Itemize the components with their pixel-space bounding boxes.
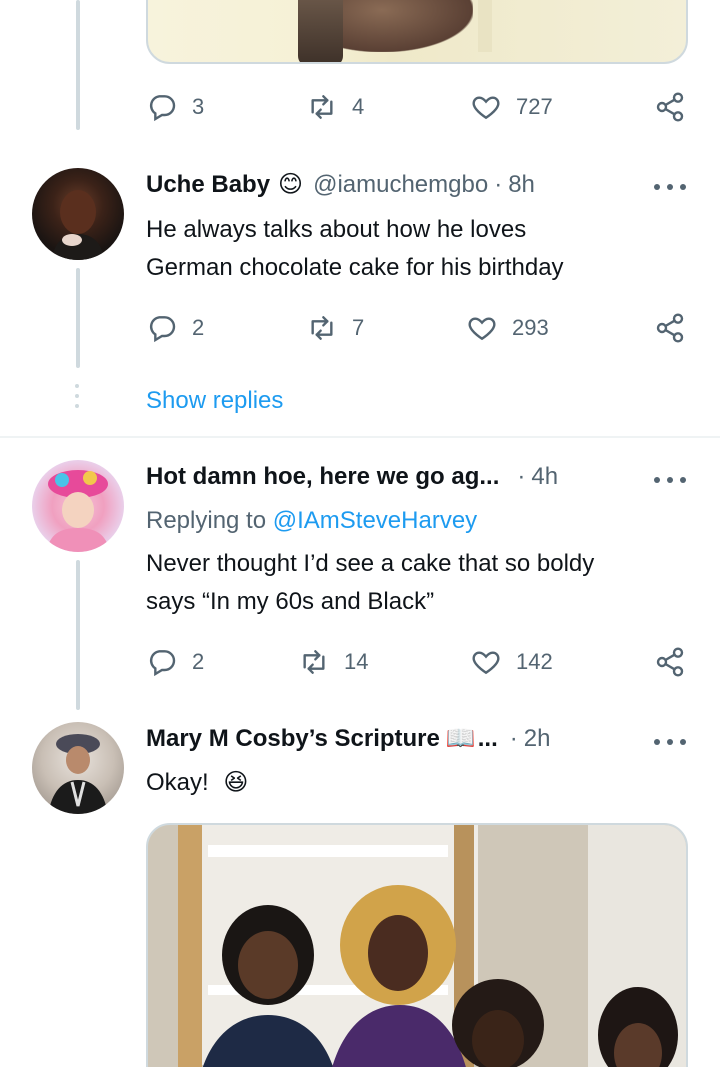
tweet-text-line: Never thought I’d see a cake that so bol…	[146, 550, 595, 577]
tweet-media-image[interactable]	[146, 0, 688, 64]
tweet-text: Never thought I’d see a cake that so bol…	[146, 545, 594, 621]
tweet-text-line: says “In my 60s and Black”	[146, 588, 435, 615]
thread-line	[76, 268, 80, 368]
smiling-face-icon: 😊	[278, 171, 304, 198]
tweet-header: Mary M Cosby’s Scripture 📖 ... · 2h	[146, 724, 550, 753]
tweet-text-line: German chocolate cake for his birthday	[146, 254, 564, 281]
retweet-icon	[311, 316, 333, 340]
retweet-button[interactable]: 14	[298, 642, 368, 682]
like-button[interactable]: 142	[470, 642, 553, 682]
more-icon[interactable]	[654, 177, 686, 197]
reply-button[interactable]: 3	[146, 87, 204, 127]
like-count: 142	[516, 649, 553, 674]
heart-icon	[468, 317, 496, 341]
heart-icon	[472, 96, 500, 120]
reply-count: 2	[192, 315, 205, 340]
like-button[interactable]: 727	[470, 87, 553, 127]
laughing-face-icon: 😆	[223, 769, 249, 796]
retweet-count: 4	[352, 94, 365, 119]
like-count: 293	[512, 315, 549, 340]
retweet-icon	[303, 650, 325, 674]
display-name[interactable]: Mary M Cosby’s Scripture	[146, 725, 440, 753]
name-ellipsis: ...	[477, 724, 498, 752]
reply-icon	[149, 316, 176, 343]
tweet-text: Okay! 😆	[146, 764, 248, 802]
reply-button[interactable]: 2	[146, 642, 204, 682]
retweet-count: 7	[352, 315, 365, 340]
retweet-count: 14	[344, 649, 369, 674]
reply-count: 2	[192, 649, 205, 674]
tweet-actions: 2 7 293	[146, 308, 691, 348]
timestamp[interactable]: 4h	[531, 463, 558, 491]
share-button[interactable]	[654, 87, 686, 127]
like-button[interactable]: 293	[466, 308, 549, 348]
tweet-header: Uche Baby 😊 @iamuchemgbo · 8h	[146, 170, 535, 199]
share-button[interactable]	[654, 642, 686, 682]
retweet-button[interactable]: 4	[306, 87, 364, 127]
user-handle[interactable]: @iamuchemgbo	[313, 171, 488, 199]
tweet-header: Hot damn hoe, here we go ag... · 4h	[146, 463, 558, 491]
replying-to: Replying to @IAmSteveHarvey	[146, 502, 477, 540]
tweet-text-line: Okay!	[146, 769, 209, 796]
reply-icon	[149, 95, 176, 122]
share-icon	[656, 92, 684, 122]
divider	[0, 436, 720, 438]
tweet-actions: 2 14 142	[146, 642, 691, 682]
open-book-icon: 📖	[445, 725, 476, 752]
tweet-media-image[interactable]	[146, 823, 688, 1067]
share-icon	[656, 313, 684, 343]
replying-to-label: Replying to	[146, 507, 267, 534]
thread-line	[76, 560, 80, 710]
thread-dots	[75, 384, 79, 414]
reply-icon	[149, 650, 176, 677]
tweet-text: He always talks about how he loves Germa…	[146, 211, 564, 287]
avatar[interactable]	[32, 722, 124, 814]
mention-link[interactable]: @IAmSteveHarvey	[273, 507, 477, 534]
share-button[interactable]	[654, 308, 686, 348]
thread-line	[76, 0, 80, 130]
avatar[interactable]	[32, 168, 124, 260]
display-name[interactable]: Uche Baby	[146, 171, 270, 199]
separator-dot: ·	[509, 724, 518, 752]
reply-button[interactable]: 2	[146, 308, 204, 348]
separator-dot: ·	[517, 463, 526, 490]
share-icon	[656, 647, 684, 677]
avatar[interactable]	[32, 460, 124, 552]
separator-dot: ·	[494, 170, 503, 198]
timestamp[interactable]: 2h	[524, 725, 551, 753]
display-name[interactable]: Hot damn hoe, here we go ag...	[146, 463, 499, 491]
tweet-actions: 3 4 727	[146, 87, 691, 127]
retweet-button[interactable]: 7	[306, 308, 364, 348]
show-replies-link[interactable]: Show replies	[146, 387, 283, 415]
heart-icon	[472, 651, 500, 675]
more-icon[interactable]	[654, 732, 686, 752]
reply-count: 3	[192, 94, 205, 119]
retweet-icon	[311, 95, 333, 119]
timestamp[interactable]: 8h	[508, 171, 535, 199]
tweet-text-line: He always talks about how he loves	[146, 216, 527, 243]
like-count: 727	[516, 94, 553, 119]
more-icon[interactable]	[654, 470, 686, 490]
